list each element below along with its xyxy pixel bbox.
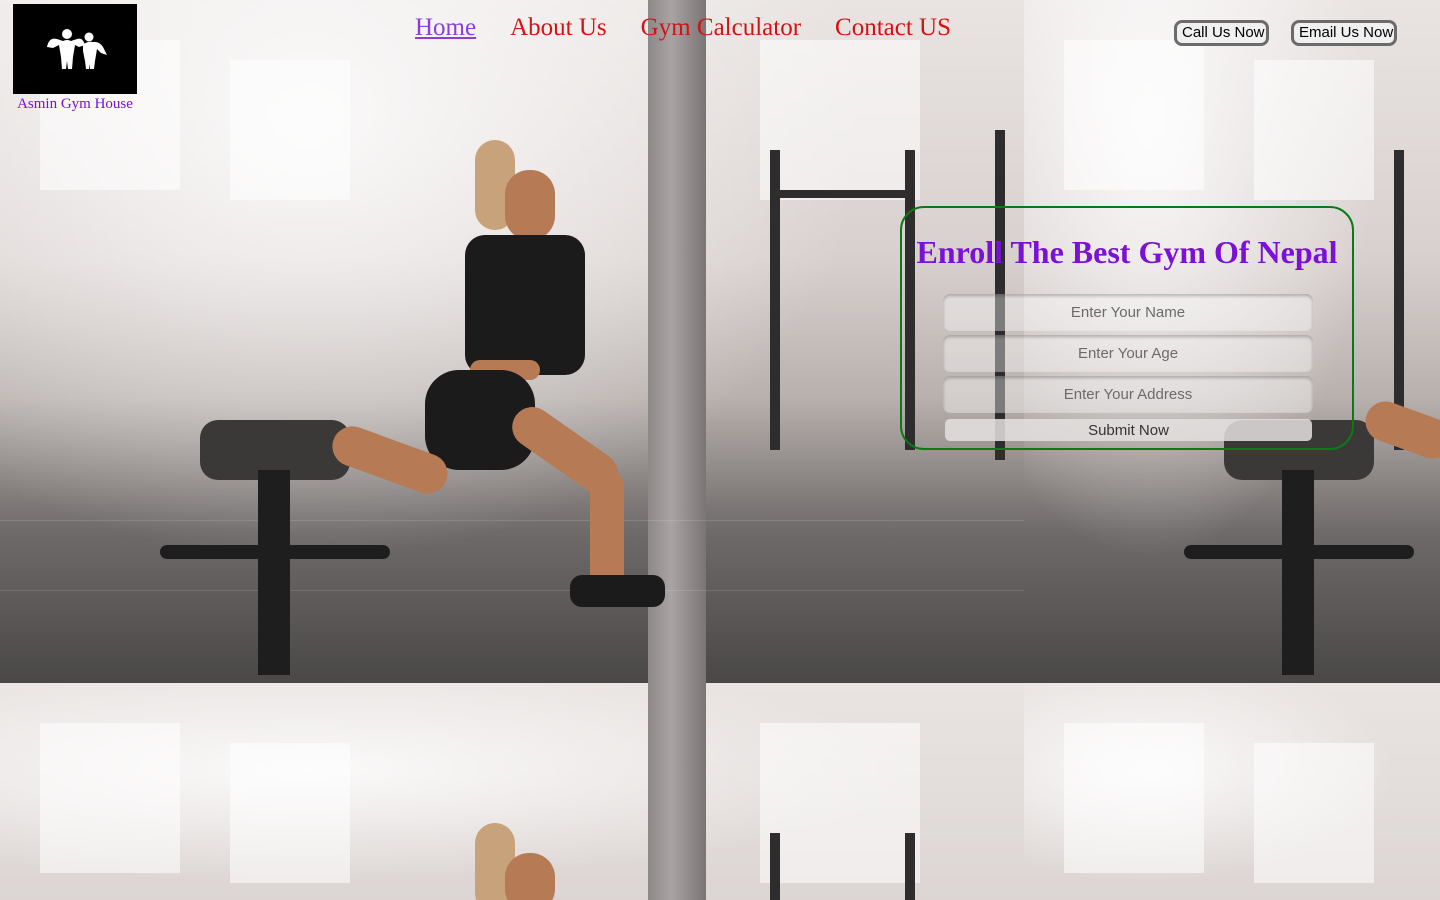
name-input[interactable]	[943, 294, 1313, 331]
main-nav: Home About Us Gym Calculator Contact US	[415, 14, 951, 42]
brand-name: Asmin Gym House	[17, 96, 133, 112]
background-tile	[1024, 683, 1440, 900]
submit-button[interactable]: Submit Now	[945, 419, 1312, 441]
bodybuilders-logo-icon	[47, 29, 107, 69]
call-us-button[interactable]: Call Us Now	[1174, 20, 1269, 46]
nav-link-about-us[interactable]: About Us	[510, 14, 607, 42]
enroll-form: Enroll The Best Gym Of Nepal Submit Now	[900, 206, 1354, 450]
address-input[interactable]	[943, 376, 1313, 413]
background-tile	[0, 0, 1024, 683]
age-input[interactable]	[943, 335, 1313, 372]
logo[interactable]	[13, 4, 137, 94]
nav-link-home[interactable]: Home	[415, 14, 476, 42]
email-us-button[interactable]: Email Us Now	[1291, 20, 1397, 46]
nav-link-contact-us[interactable]: Contact US	[835, 14, 951, 42]
background-tile	[0, 683, 1024, 900]
enroll-title: Enroll The Best Gym Of Nepal	[916, 234, 1338, 270]
nav-link-gym-calculator[interactable]: Gym Calculator	[641, 14, 801, 42]
